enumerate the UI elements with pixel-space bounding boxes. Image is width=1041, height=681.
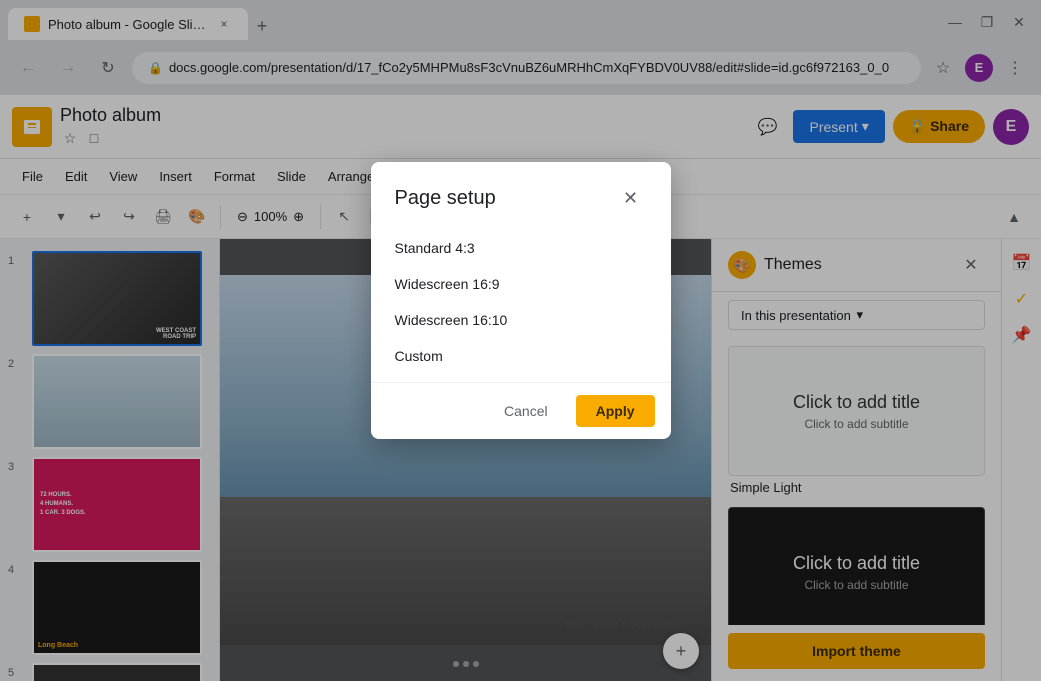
option-standard-4-3[interactable]: Standard 4:3 bbox=[371, 230, 671, 266]
cancel-button[interactable]: Cancel bbox=[484, 395, 568, 427]
modal-close-button[interactable]: ✕ bbox=[615, 182, 647, 214]
modal-title: Page setup bbox=[395, 187, 496, 210]
modal-overlay: Page setup ✕ Standard 4:3 Widescreen 16:… bbox=[0, 0, 1041, 681]
modal-options-list: Standard 4:3 Widescreen 16:9 Widescreen … bbox=[371, 222, 671, 382]
option-widescreen-16-9[interactable]: Widescreen 16:9 bbox=[371, 266, 671, 302]
option-custom[interactable]: Custom bbox=[371, 338, 671, 374]
page-setup-modal: Page setup ✕ Standard 4:3 Widescreen 16:… bbox=[371, 162, 671, 439]
option-widescreen-16-10[interactable]: Widescreen 16:10 bbox=[371, 302, 671, 338]
apply-button[interactable]: Apply bbox=[576, 395, 655, 427]
